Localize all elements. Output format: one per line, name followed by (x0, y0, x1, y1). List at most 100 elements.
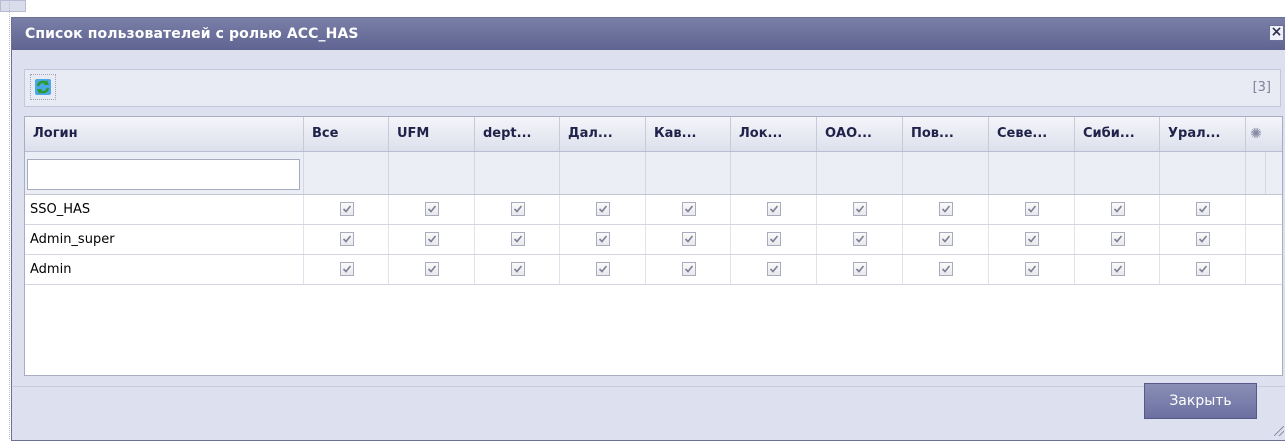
permission-cell (1075, 225, 1160, 254)
filter-cell (989, 152, 1075, 194)
column-header[interactable]: Все (304, 117, 389, 151)
login-cell: Admin_super (25, 225, 304, 254)
permission-checkbox[interactable] (682, 262, 696, 276)
table-row[interactable]: Admin_super (25, 225, 1282, 255)
permission-checkbox[interactable] (596, 202, 610, 216)
permission-checkbox[interactable] (853, 262, 867, 276)
permission-cell (475, 255, 560, 284)
filter-cell (646, 152, 731, 194)
permission-checkbox[interactable] (939, 262, 953, 276)
permission-cell (475, 195, 560, 224)
permission-checkbox[interactable] (340, 262, 354, 276)
filter-cell (475, 152, 560, 194)
permission-checkbox[interactable] (1025, 232, 1039, 246)
permission-checkbox[interactable] (1196, 202, 1210, 216)
permission-checkbox[interactable] (1025, 202, 1039, 216)
grid-header: Логин Все UFM dept... Дал... Кав... Лок... ОАО.… (25, 117, 1282, 152)
permission-cell (731, 195, 817, 224)
permission-cell (646, 255, 731, 284)
filter-row (25, 152, 1282, 195)
permission-checkbox[interactable] (511, 232, 525, 246)
login-cell: Admin (25, 255, 304, 284)
permission-cell (903, 225, 989, 254)
permission-cell (1160, 255, 1246, 284)
filter-cell (1246, 152, 1266, 194)
filter-cell (25, 152, 304, 194)
permission-cell (646, 225, 731, 254)
permission-checkbox[interactable] (682, 232, 696, 246)
permission-cell (989, 195, 1075, 224)
permission-checkbox[interactable] (682, 202, 696, 216)
permission-checkbox[interactable] (1111, 262, 1125, 276)
column-header[interactable]: Дал... (560, 117, 646, 151)
permission-checkbox[interactable] (1111, 232, 1125, 246)
permission-cell (817, 225, 903, 254)
column-header[interactable]: Лок... (731, 117, 817, 151)
filter-cell (731, 152, 817, 194)
permission-checkbox[interactable] (425, 262, 439, 276)
permission-cell (903, 255, 989, 284)
column-header[interactable]: Пов... (903, 117, 989, 151)
permission-checkbox[interactable] (1196, 262, 1210, 276)
permission-cell (1075, 255, 1160, 284)
permission-checkbox[interactable] (1196, 232, 1210, 246)
toolbar: [3] (24, 69, 1281, 107)
table-row[interactable]: SSO_HAS (25, 195, 1282, 225)
permission-checkbox[interactable] (853, 232, 867, 246)
permission-cell (731, 225, 817, 254)
permission-cell (304, 225, 389, 254)
permission-checkbox[interactable] (596, 262, 610, 276)
dialog-titlebar[interactable]: Список пользователей с ролью ACC_HAS × (12, 18, 1285, 50)
column-header[interactable]: UFM (389, 117, 475, 151)
permission-checkbox[interactable] (1025, 262, 1039, 276)
permission-checkbox[interactable] (425, 202, 439, 216)
permission-checkbox[interactable] (340, 232, 354, 246)
login-filter-input[interactable] (27, 159, 300, 190)
close-button[interactable]: Закрыть (1144, 383, 1257, 419)
login-cell: SSO_HAS (25, 195, 304, 224)
permission-checkbox[interactable] (511, 262, 525, 276)
permission-checkbox[interactable] (853, 202, 867, 216)
permission-checkbox[interactable] (1111, 202, 1125, 216)
refresh-button[interactable] (30, 74, 56, 100)
column-header-login[interactable]: Логин (25, 117, 304, 151)
permission-cell (560, 255, 646, 284)
permission-cell (1160, 225, 1246, 254)
column-header[interactable]: Урал... (1160, 117, 1246, 151)
refresh-icon (35, 79, 51, 95)
permission-checkbox[interactable] (511, 202, 525, 216)
permission-checkbox[interactable] (425, 232, 439, 246)
filter-cell (817, 152, 903, 194)
column-header[interactable]: dept... (475, 117, 560, 151)
permission-cell (304, 195, 389, 224)
column-header[interactable]: Кав... (646, 117, 731, 151)
permission-checkbox[interactable] (767, 202, 781, 216)
permission-cell (389, 255, 475, 284)
permission-checkbox[interactable] (767, 232, 781, 246)
row-count: [3] (1252, 80, 1271, 95)
permission-cell (817, 255, 903, 284)
permission-cell (475, 225, 560, 254)
filter-cell (1160, 152, 1246, 194)
permission-checkbox[interactable] (596, 232, 610, 246)
permission-cell (817, 195, 903, 224)
table-row[interactable]: Admin (25, 255, 1282, 285)
permission-checkbox[interactable] (939, 232, 953, 246)
permission-cell (989, 225, 1075, 254)
permission-cell (903, 195, 989, 224)
resize-grip[interactable] (1274, 426, 1284, 436)
permission-cell (560, 195, 646, 224)
filter-cell (389, 152, 475, 194)
gear-icon[interactable]: ✺ (1246, 117, 1266, 151)
permission-cell (389, 195, 475, 224)
column-header[interactable]: Сиби... (1075, 117, 1160, 151)
column-header[interactable]: Севе... (989, 117, 1075, 151)
permission-checkbox[interactable] (939, 202, 953, 216)
column-header[interactable]: ОАО... (817, 117, 903, 151)
dialog-title: Список пользователей с ролью ACC_HAS (25, 26, 359, 42)
permission-checkbox[interactable] (767, 262, 781, 276)
close-icon[interactable]: × (1269, 25, 1284, 41)
permission-checkbox[interactable] (340, 202, 354, 216)
permission-cell (389, 225, 475, 254)
permission-cell (560, 225, 646, 254)
